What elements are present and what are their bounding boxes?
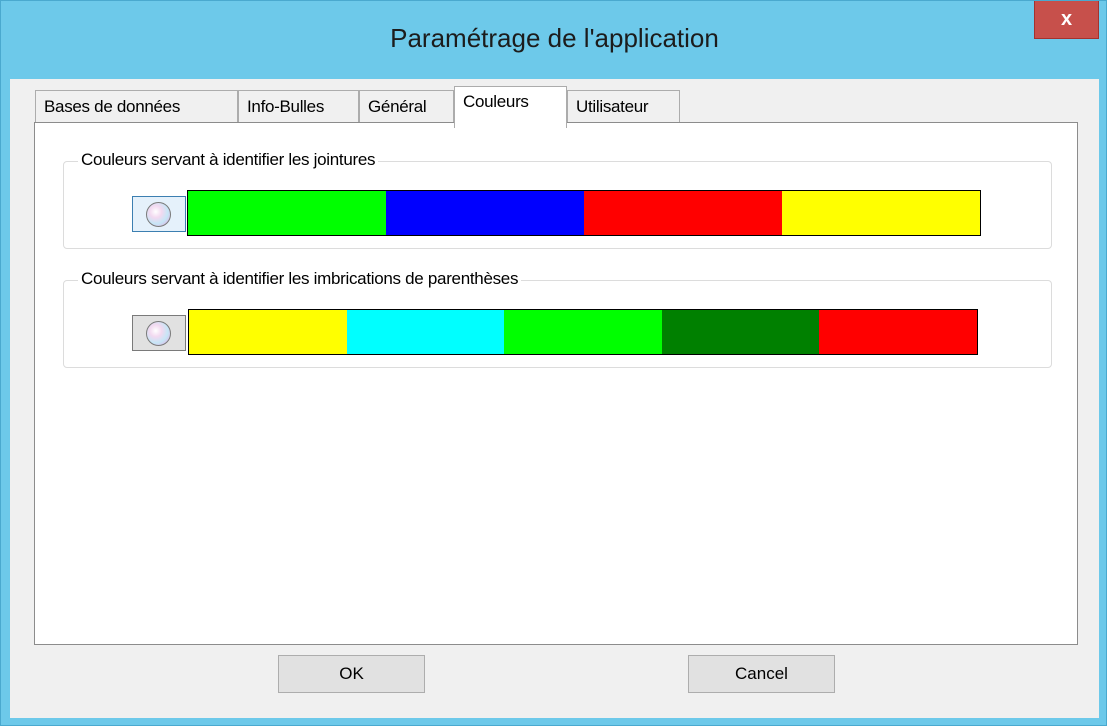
group-parentheses: Couleurs servant à identifier les imbric… [63, 269, 1052, 368]
group-label-jointures: Couleurs servant à identifier les jointu… [78, 150, 379, 170]
color-swatch-jointures-1[interactable] [188, 191, 386, 235]
close-button[interactable]: x [1034, 1, 1099, 39]
dialog-client-area: Bases de données Info-Bulles Général Cou… [10, 79, 1099, 718]
group-jointures: Couleurs servant à identifier les jointu… [63, 150, 1052, 249]
tab-bases-de-donnees[interactable]: Bases de données [35, 90, 238, 123]
color-wheel-icon [146, 202, 171, 227]
tab-label: Utilisateur [576, 97, 649, 116]
close-icon: x [1060, 8, 1073, 30]
color-picker-button-jointures[interactable] [132, 196, 186, 232]
tab-label: Couleurs [463, 92, 529, 111]
color-bar-jointures[interactable] [187, 190, 981, 236]
group-label-parentheses: Couleurs servant à identifier les imbric… [78, 269, 522, 289]
title-bar[interactable]: Paramétrage de l'application x [1, 1, 1107, 79]
tab-label: Bases de données [44, 97, 181, 116]
color-swatch-jointures-3[interactable] [584, 191, 782, 235]
tab-label: Info-Bulles [247, 97, 325, 116]
color-swatch-parentheses-2[interactable] [346, 310, 505, 354]
tab-general[interactable]: Général [359, 90, 454, 123]
tab-info-bulles[interactable]: Info-Bulles [238, 90, 359, 123]
color-swatch-jointures-2[interactable] [386, 191, 584, 235]
color-swatch-parentheses-1[interactable] [189, 310, 347, 354]
color-swatch-parentheses-3[interactable] [504, 310, 662, 354]
color-picker-button-parentheses[interactable] [132, 315, 186, 351]
tab-utilisateur[interactable]: Utilisateur [567, 90, 680, 123]
cancel-button[interactable]: Cancel [688, 655, 835, 693]
tab-panel-couleurs: Couleurs servant à identifier les jointu… [34, 122, 1078, 645]
color-swatch-parentheses-5[interactable] [819, 310, 977, 354]
color-swatch-parentheses-4[interactable] [661, 310, 820, 354]
window-title: Paramétrage de l'application [390, 23, 719, 53]
tab-couleurs[interactable]: Couleurs [454, 86, 567, 128]
ok-button[interactable]: OK [278, 655, 425, 693]
color-swatch-jointures-4[interactable] [782, 191, 980, 235]
color-wheel-icon [146, 321, 171, 346]
color-bar-parentheses[interactable] [188, 309, 978, 355]
tab-label: Général [368, 97, 427, 116]
dialog-window: Paramétrage de l'application x Bases de … [0, 0, 1107, 726]
